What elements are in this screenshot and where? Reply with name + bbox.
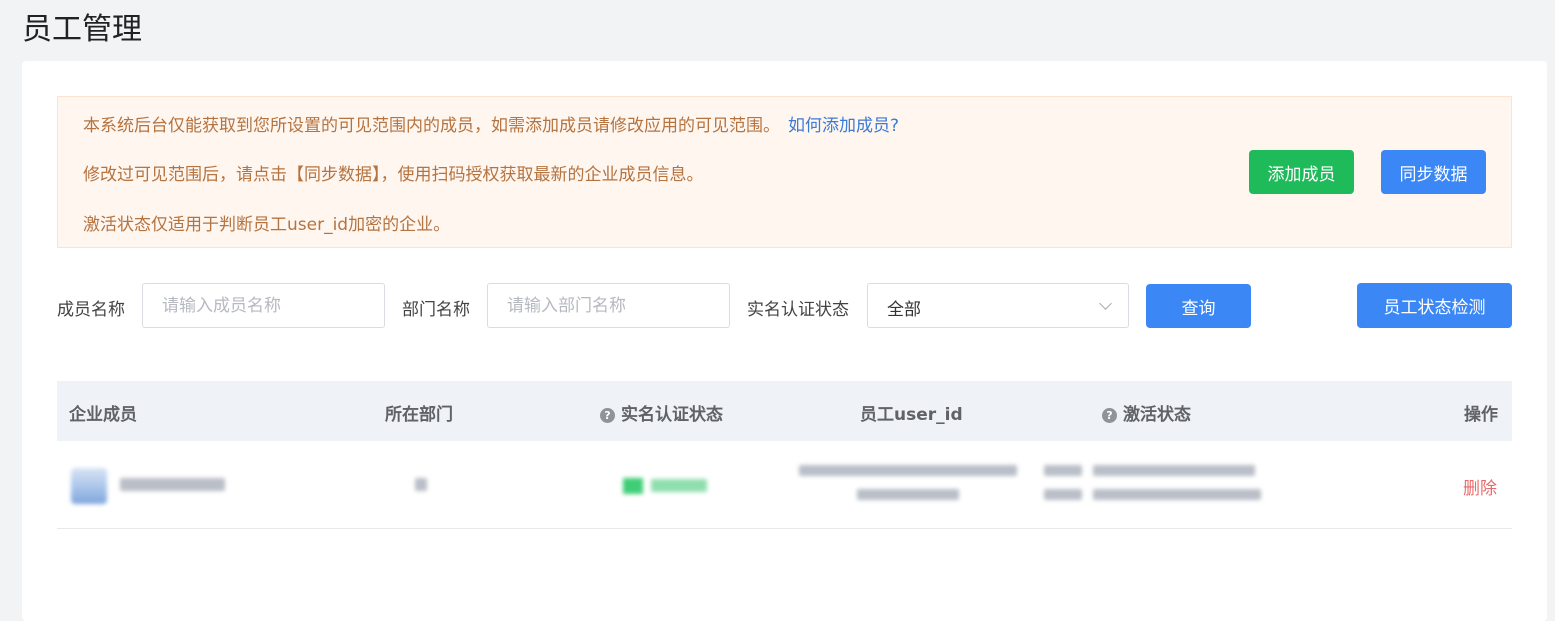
th-member: 企业成员 (69, 405, 137, 425)
th-auth-status-label: 实名认证状态 (621, 405, 723, 425)
auth-status-label: 实名认证状态 (747, 300, 849, 320)
member-name-label: 成员名称 (57, 300, 125, 320)
add-member-button[interactable]: 添加成员 (1249, 150, 1354, 194)
th-actions: 操作 (1464, 405, 1498, 425)
active-label-redacted-2 (1044, 489, 1082, 500)
dept-redacted (415, 478, 427, 491)
th-auth-status: ? 实名认证状态 (600, 400, 723, 425)
auth-status-select[interactable]: 全部 (867, 283, 1129, 328)
auth-status-icon (623, 478, 643, 494)
active-label-redacted-1 (1044, 465, 1082, 476)
dept-name-input[interactable] (487, 283, 730, 328)
staff-status-check-button[interactable]: 员工状态检测 (1357, 283, 1512, 328)
th-active-status-label: 激活状态 (1123, 405, 1191, 425)
notice-line-1: 本系统后台仅能获取到您所设置的可见范围内的成员，如需添加成员请修改应用的可见范围… (83, 111, 899, 136)
chevron-down-icon (1099, 297, 1112, 310)
main-card: 本系统后台仅能获取到您所设置的可见范围内的成员，如需添加成员请修改应用的可见范围… (22, 61, 1547, 621)
help-icon[interactable]: ? (1102, 408, 1117, 423)
notice-text-1: 本系统后台仅能获取到您所设置的可见范围内的成员，如需添加成员请修改应用的可见范围… (83, 116, 780, 136)
avatar (71, 468, 107, 504)
page-title: 员工管理 (22, 12, 142, 47)
auth-status-selected: 全部 (887, 300, 921, 320)
user-id-redacted-line-2 (857, 489, 959, 500)
dept-name-label: 部门名称 (402, 300, 470, 320)
active-value-redacted-1 (1093, 465, 1255, 476)
member-name-input[interactable] (142, 283, 385, 328)
delete-link[interactable]: 删除 (1463, 474, 1497, 499)
th-user-id: 员工user_id (860, 405, 963, 425)
notice-panel: 本系统后台仅能获取到您所设置的可见范围内的成员，如需添加成员请修改应用的可见范围… (57, 96, 1512, 248)
how-to-add-link[interactable]: 如何添加成员? (788, 116, 899, 136)
help-icon[interactable]: ? (600, 408, 615, 423)
active-value-redacted-2 (1093, 489, 1261, 500)
table-header: 企业成员 所在部门 ? 实名认证状态 员工user_id ? 激活状态 操作 (57, 381, 1512, 441)
sync-data-button[interactable]: 同步数据 (1381, 150, 1486, 194)
th-dept: 所在部门 (385, 405, 453, 425)
query-button[interactable]: 查询 (1146, 284, 1251, 328)
notice-line-3: 激活状态仅适用于判断员工user_id加密的企业。 (83, 215, 451, 235)
auth-status-redacted (651, 479, 707, 492)
table-row: 删除 (57, 441, 1512, 529)
member-name-redacted (120, 478, 225, 491)
th-active-status: ? 激活状态 (1102, 400, 1191, 425)
user-id-redacted-line-1 (799, 465, 1017, 476)
notice-line-2: 修改过可见范围后，请点击【同步数据】，使用扫码授权获取最新的企业成员信息。 (83, 165, 704, 185)
